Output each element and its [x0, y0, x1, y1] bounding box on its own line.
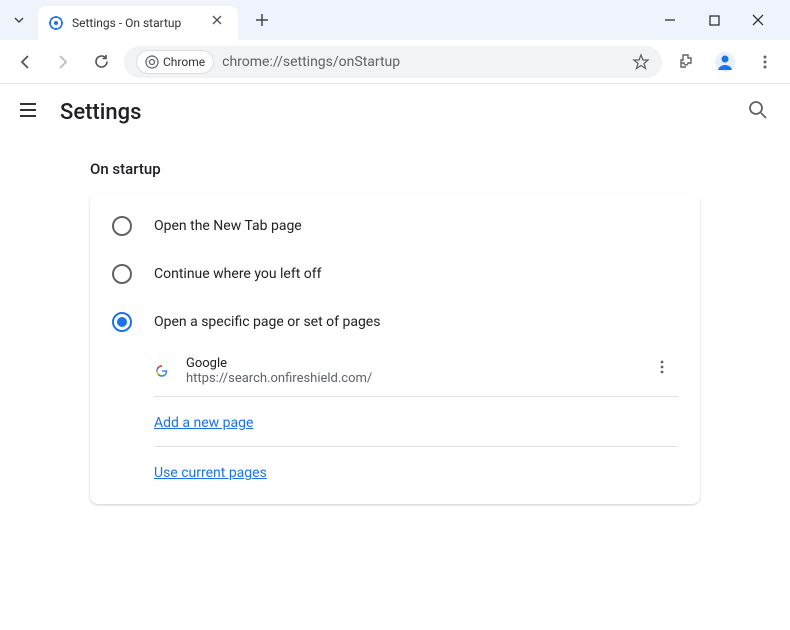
use-current-link[interactable]: Use current pages	[154, 465, 267, 481]
window-close-button[interactable]	[744, 6, 772, 34]
forward-button[interactable]	[48, 47, 78, 77]
startup-page-row: Google https://search.onfireshield.com/	[90, 346, 700, 396]
radio-icon	[112, 312, 132, 332]
use-current-row: Use current pages	[90, 447, 700, 496]
tab-search-dropdown[interactable]	[8, 9, 30, 31]
more-options-icon[interactable]	[654, 359, 678, 383]
extensions-button[interactable]	[670, 47, 700, 77]
new-tab-button[interactable]	[248, 6, 276, 34]
window-minimize-button[interactable]	[656, 6, 684, 34]
close-tab-icon[interactable]	[212, 15, 228, 31]
url-text: chrome://settings/onStartup	[222, 54, 400, 70]
page-url: https://search.onfireshield.com/	[186, 371, 638, 386]
radio-label: Open the New Tab page	[154, 218, 302, 234]
address-bar[interactable]: Chrome chrome://settings/onStartup	[124, 46, 662, 78]
add-page-row: Add a new page	[90, 397, 700, 446]
settings-gear-icon	[48, 15, 64, 31]
profile-button[interactable]	[710, 47, 740, 77]
kebab-menu-icon[interactable]	[750, 47, 780, 77]
startup-card: Open the New Tab page Continue where you…	[90, 194, 700, 504]
hamburger-menu-icon[interactable]	[18, 100, 42, 124]
browser-tab[interactable]: Settings - On startup	[38, 6, 238, 40]
window-titlebar: Settings - On startup	[0, 0, 790, 40]
window-maximize-button[interactable]	[700, 6, 728, 34]
radio-label: Open a specific page or set of pages	[154, 314, 380, 330]
option-continue[interactable]: Continue where you left off	[90, 250, 700, 298]
section-title: On startup	[90, 160, 700, 178]
option-new-tab[interactable]: Open the New Tab page	[90, 202, 700, 250]
radio-icon	[112, 264, 132, 284]
tab-title: Settings - On startup	[72, 16, 204, 30]
add-page-link[interactable]: Add a new page	[154, 415, 253, 431]
browser-toolbar: Chrome chrome://settings/onStartup	[0, 40, 790, 84]
option-specific-pages[interactable]: Open a specific page or set of pages	[90, 298, 700, 346]
search-icon[interactable]	[748, 100, 772, 124]
radio-icon	[112, 216, 132, 236]
reload-button[interactable]	[86, 47, 116, 77]
back-button[interactable]	[10, 47, 40, 77]
chrome-chip: Chrome	[136, 50, 214, 74]
settings-content: On startup Open the New Tab page Continu…	[0, 140, 790, 524]
bookmark-star-icon[interactable]	[632, 53, 650, 71]
page-title: Settings	[60, 100, 141, 125]
google-favicon-icon	[154, 363, 170, 379]
settings-header: Settings	[0, 84, 790, 140]
radio-label: Continue where you left off	[154, 266, 322, 282]
chrome-logo-icon	[145, 55, 159, 69]
page-name: Google	[186, 356, 638, 371]
